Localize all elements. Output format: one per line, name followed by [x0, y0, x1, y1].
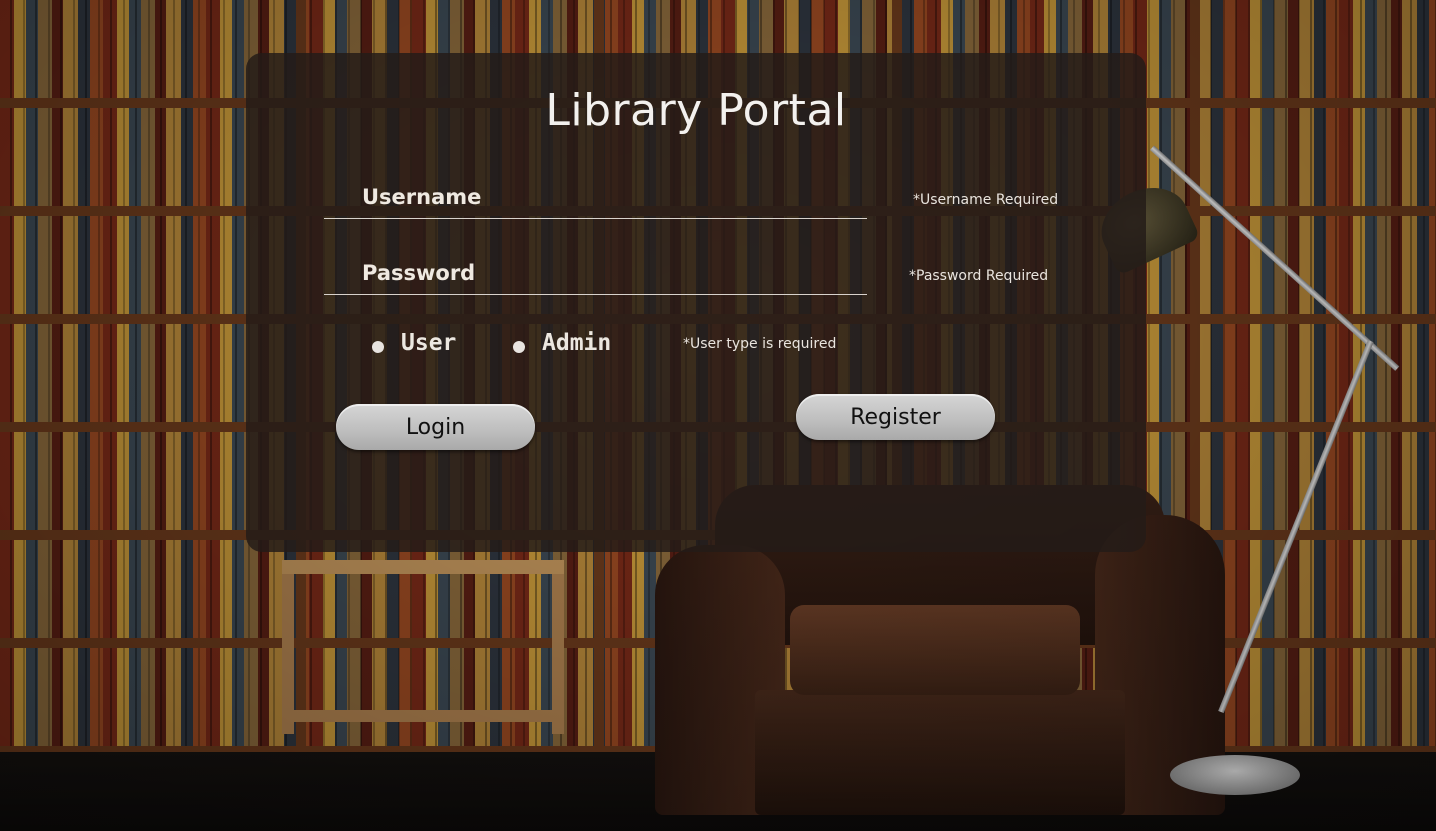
page-title: Library Portal — [545, 85, 847, 136]
background-scene: Library Portal *Username Required *Passw… — [0, 0, 1436, 831]
admin-radio-label[interactable]: Admin — [542, 330, 611, 356]
password-required-message: *Password Required — [909, 268, 1049, 284]
register-button[interactable]: Register — [796, 394, 995, 440]
user-radio[interactable] — [372, 341, 384, 353]
username-required-message: *Username Required — [913, 192, 1059, 208]
login-button[interactable]: Login — [336, 404, 535, 450]
password-input[interactable] — [362, 257, 852, 289]
user-type-required-message: *User type is required — [683, 336, 837, 352]
password-field — [324, 251, 867, 295]
admin-radio[interactable] — [513, 341, 525, 353]
username-input[interactable] — [362, 181, 852, 213]
user-radio-label[interactable]: User — [401, 330, 456, 356]
login-card: Library Portal *Username Required *Passw… — [246, 53, 1146, 552]
username-field — [324, 175, 867, 219]
